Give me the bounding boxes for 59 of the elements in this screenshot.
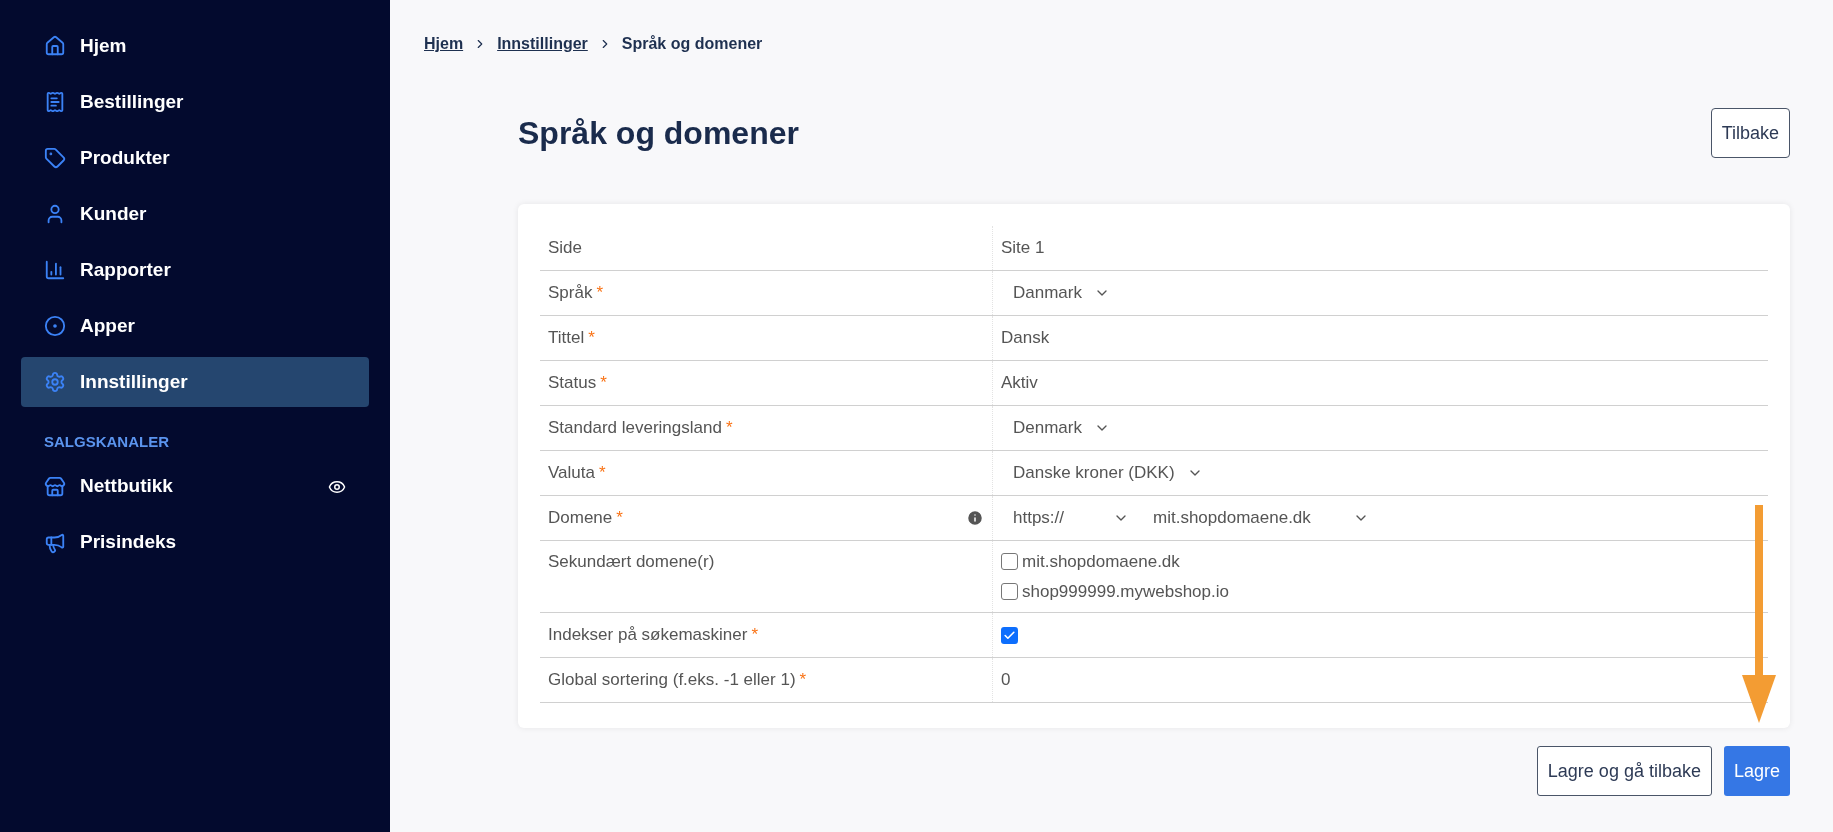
domain-select[interactable]: mit.shopdomaene.dk [1141, 501, 1381, 535]
field-label: Domene [548, 507, 613, 530]
sidebar-item[interactable]: Hjem [21, 21, 369, 71]
required-asterisk: * [751, 624, 758, 647]
save-button[interactable]: Lagre [1723, 746, 1790, 796]
field-label: Valuta [548, 462, 595, 485]
megaphone-icon [44, 531, 66, 554]
field-label: Standard leveringsland [548, 417, 722, 440]
field-value: Aktiv [1001, 372, 1038, 395]
checkbox[interactable] [1001, 582, 1018, 600]
protocol-select[interactable]: https:// [1001, 501, 1141, 535]
checkbox-label: mit.shopdomaene.dk [1022, 551, 1180, 573]
required-asterisk: * [596, 282, 604, 305]
sidebar-item[interactable]: Kunder [21, 189, 369, 239]
sidebar-item[interactable]: Nettbutikk [21, 461, 369, 512]
required-asterisk: * [588, 327, 595, 350]
field-label: Indekser på søkemaskiner [548, 624, 748, 647]
field-value: Site 1 [1001, 237, 1045, 260]
house-icon [44, 35, 66, 57]
section-heading: SALGSKANALER [43, 432, 170, 452]
sidebar-item[interactable]: Rapporter [21, 245, 369, 295]
bar-chart-icon [44, 259, 66, 281]
sidebar-item[interactable]: Bestillinger [21, 77, 369, 127]
sidebar-item[interactable]: Innstillinger [21, 357, 369, 407]
checkbox-label: shop999999.mywebshop.io [1022, 580, 1229, 603]
sidebar-item[interactable]: Prisindeks [21, 517, 369, 568]
tag-icon [44, 147, 66, 169]
checkbox[interactable] [1001, 626, 1018, 644]
sidebar-item[interactable]: Produkter [21, 133, 369, 183]
receipt-icon [44, 91, 66, 113]
info-icon[interactable] [966, 509, 984, 527]
field-value: Dansk [1001, 327, 1050, 350]
breadcrumb-current: Språk og domener [621, 34, 763, 54]
field-value: 0 [1001, 669, 1011, 692]
required-asterisk: * [598, 462, 606, 485]
required-asterisk: * [725, 417, 733, 440]
save-and-back-button[interactable]: Lagre og gå tilbake [1536, 746, 1712, 796]
settings-icon [44, 371, 66, 393]
circle-icon [44, 315, 66, 337]
check-icon [1003, 628, 1016, 642]
select-dropdown[interactable]: Denmark [1001, 411, 1122, 445]
sidebar-item[interactable]: Apper [21, 301, 369, 351]
field-label: Tittel [548, 327, 585, 350]
required-asterisk: * [600, 372, 607, 395]
page-title: Språk og domener [518, 114, 799, 153]
field-label: Sekundært domene(r) [548, 551, 715, 573]
back-button[interactable]: Tilbake [1710, 108, 1790, 158]
select-dropdown[interactable]: Danske kroner (DKK) [1001, 456, 1215, 490]
field-label: Side [548, 237, 583, 260]
field-label: Språk [548, 282, 593, 305]
breadcrumb-link[interactable]: Innstillinger [497, 32, 588, 56]
required-asterisk: * [616, 507, 623, 530]
field-label: Global sortering (f.eks. -1 eller 1) [548, 669, 796, 692]
checkbox[interactable] [1001, 553, 1018, 571]
breadcrumb-link[interactable]: Hjem [424, 32, 464, 56]
required-asterisk: * [799, 669, 807, 692]
field-label: Status [548, 372, 597, 395]
store-icon [44, 475, 66, 498]
select-dropdown[interactable]: Danmark [1001, 276, 1122, 310]
